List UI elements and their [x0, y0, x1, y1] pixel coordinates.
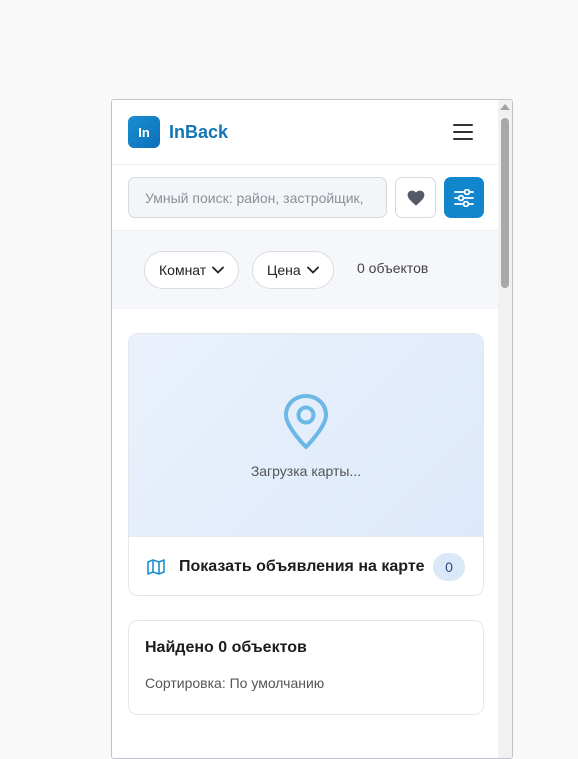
show-on-map-label: Показать объявления на карте — [179, 558, 425, 575]
map-count-badge: 0 — [433, 553, 465, 581]
scroll-up-arrow-icon[interactable] — [500, 104, 510, 110]
map-pin-icon — [284, 394, 328, 449]
objects-count: 0 объектов — [357, 260, 429, 276]
chevron-down-icon — [306, 266, 319, 274]
search-input[interactable] — [128, 177, 387, 218]
map-icon — [147, 559, 165, 575]
logo-icon[interactable]: In — [128, 116, 160, 148]
chevron-down-icon — [212, 266, 225, 274]
sort-selector[interactable]: Сортировка: По умолчанию — [145, 675, 467, 691]
search-bar — [112, 165, 499, 231]
hamburger-menu-icon[interactable] — [453, 124, 473, 140]
rooms-filter-button[interactable]: Комнат — [144, 251, 240, 289]
price-filter-label: Цена — [267, 262, 301, 278]
brand-name[interactable]: InBack — [169, 122, 228, 143]
show-on-map-button[interactable]: Показать объявления на карте 0 — [129, 536, 483, 595]
map-area[interactable]: Загрузка карты... — [129, 334, 483, 536]
map-card: Загрузка карты... Показать объявления на… — [128, 333, 484, 596]
results-summary-card: Найдено 0 объектов Сортировка: По умолча… — [128, 620, 484, 715]
sliders-icon — [454, 188, 474, 207]
heart-icon — [407, 190, 424, 206]
scrollbar-thumb[interactable] — [501, 118, 509, 288]
vertical-scrollbar[interactable] — [498, 100, 512, 758]
page-viewport: In InBack Умный поиск: район, застройщик… — [112, 100, 499, 758]
favorites-button[interactable] — [395, 177, 436, 218]
results-title: Найдено 0 объектов — [145, 639, 307, 656]
filters-button[interactable] — [444, 177, 484, 218]
quick-filters: Комнат Цена 0 объектов — [112, 231, 499, 309]
rooms-filter-label: Комнат — [159, 262, 207, 278]
map-loading-text: Загрузка карты... — [250, 463, 362, 479]
app-header: In InBack — [112, 100, 499, 165]
browser-frame: In InBack Умный поиск: район, застройщик… — [111, 99, 513, 759]
price-filter-button[interactable]: Цена — [252, 251, 334, 289]
